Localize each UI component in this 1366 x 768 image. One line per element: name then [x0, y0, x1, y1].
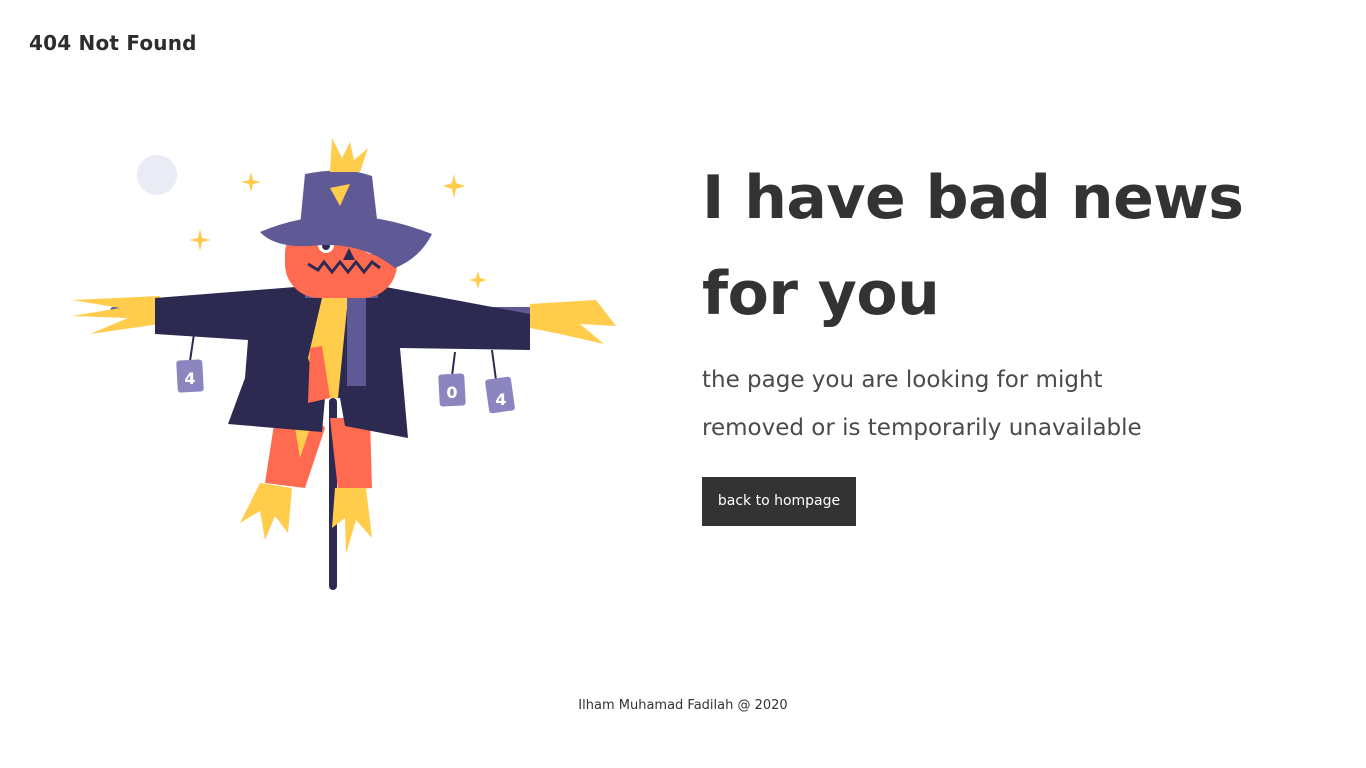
back-to-homepage-button[interactable]: back to hompage: [702, 477, 856, 526]
moon-icon: [137, 155, 177, 195]
can-middle: 0: [438, 373, 466, 407]
error-message-panel: I have bad news for you the page you are…: [702, 150, 1302, 526]
page: 404 Not Found 4 0 4 I have bad news for …: [0, 0, 1366, 768]
page-brand-title: 404 Not Found: [29, 31, 197, 55]
left-straw: [72, 296, 160, 334]
scarecrow-illustration: 4 0 4: [60, 128, 630, 598]
can-right-label: 4: [495, 390, 506, 409]
can-right: 4: [485, 376, 515, 414]
can-left: 4: [176, 359, 204, 393]
footer-credit: Ilham Muhamad Fadilah @ 2020: [578, 698, 788, 713]
headline: I have bad news for you: [702, 163, 1244, 329]
right-straw: [530, 300, 616, 344]
error-description: the page you are looking for might remov…: [702, 367, 1142, 441]
can-middle-label: 0: [446, 383, 457, 402]
can-left-label: 4: [184, 369, 195, 388]
